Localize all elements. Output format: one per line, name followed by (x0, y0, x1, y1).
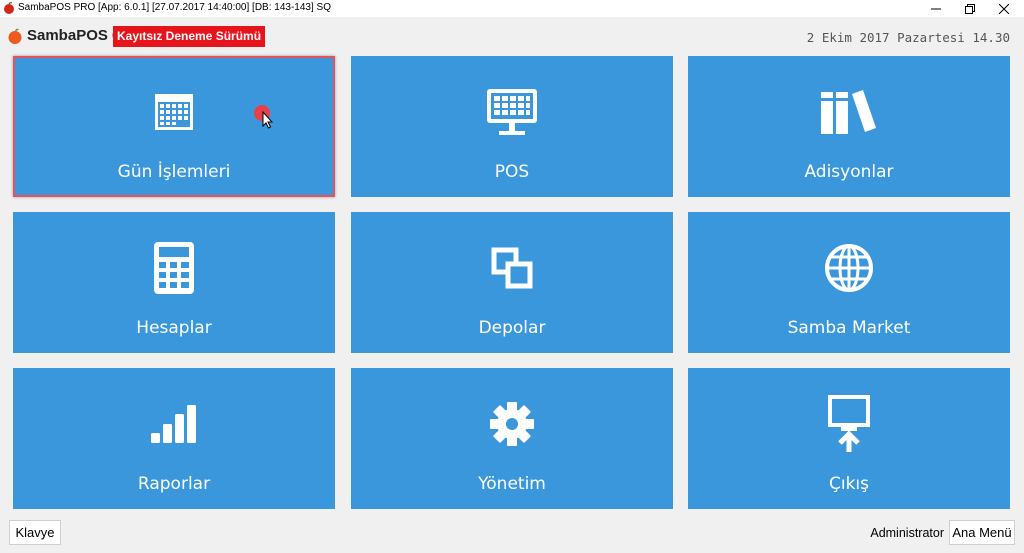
app-header: SambaPOS 6 Kayıtsız Deneme Sürümü 2 Ekim… (0, 22, 1024, 52)
minimize-button[interactable] (919, 0, 953, 17)
tile-cikis[interactable]: Çıkış (688, 368, 1010, 509)
tile-label: Depolar (478, 318, 546, 338)
tile-gun-islemleri[interactable]: Gün İşlemleri (13, 56, 335, 197)
window-title: SambaPOS PRO [App: 6.0.1] [27.07.2017 14… (18, 2, 331, 13)
sambapos-logo-icon (8, 28, 22, 44)
copy-squares-icon (482, 238, 542, 298)
main-menu-button[interactable]: Ana Menü (949, 520, 1015, 545)
gear-icon (482, 394, 542, 454)
tile-label: Adisyonlar (804, 162, 894, 182)
tile-label: Raporlar (137, 474, 211, 494)
keyboard-button[interactable]: Klavye (9, 520, 61, 545)
tile-samba-market[interactable]: Samba Market (688, 212, 1010, 353)
calculator-icon (144, 238, 204, 298)
tile-label: POS (494, 162, 530, 182)
tile-adisyonlar[interactable]: Adisyonlar (688, 56, 1010, 197)
calendar-icon (144, 82, 204, 142)
app-apple-icon (4, 2, 14, 14)
signal-bars-icon (144, 394, 204, 454)
current-user: Administrator (870, 526, 944, 540)
current-datetime: 2 Ekim 2017 Pazartesi 14.30 (806, 30, 1010, 45)
restore-button[interactable] (953, 0, 987, 17)
minimize-icon (931, 8, 941, 9)
monitor-keypad-icon (482, 82, 542, 142)
tile-label: Hesaplar (136, 318, 212, 338)
tile-label: Yönetim (478, 474, 546, 494)
tile-label: Samba Market (787, 318, 911, 338)
tile-yonetim[interactable]: Yönetim (351, 368, 673, 509)
globe-icon (819, 238, 879, 298)
tile-depolar[interactable]: Depolar (351, 212, 673, 353)
trial-badge: Kayıtsız Deneme Sürümü (113, 26, 266, 47)
brand-name: SambaPOS 6 (27, 27, 121, 44)
tile-pos[interactable]: POS (351, 56, 673, 197)
books-icon (819, 82, 879, 142)
close-button[interactable] (987, 0, 1021, 17)
tile-label: Gün İşlemleri (117, 162, 231, 182)
restore-icon (965, 3, 975, 14)
tile-label: Çıkış (828, 474, 870, 494)
monitor-upload-icon (819, 394, 879, 454)
window-title-bar: SambaPOS PRO [App: 6.0.1] [27.07.2017 14… (0, 0, 1024, 17)
tile-raporlar[interactable]: Raporlar (13, 368, 335, 509)
close-icon (999, 3, 1009, 14)
tile-hesaplar[interactable]: Hesaplar (13, 212, 335, 353)
